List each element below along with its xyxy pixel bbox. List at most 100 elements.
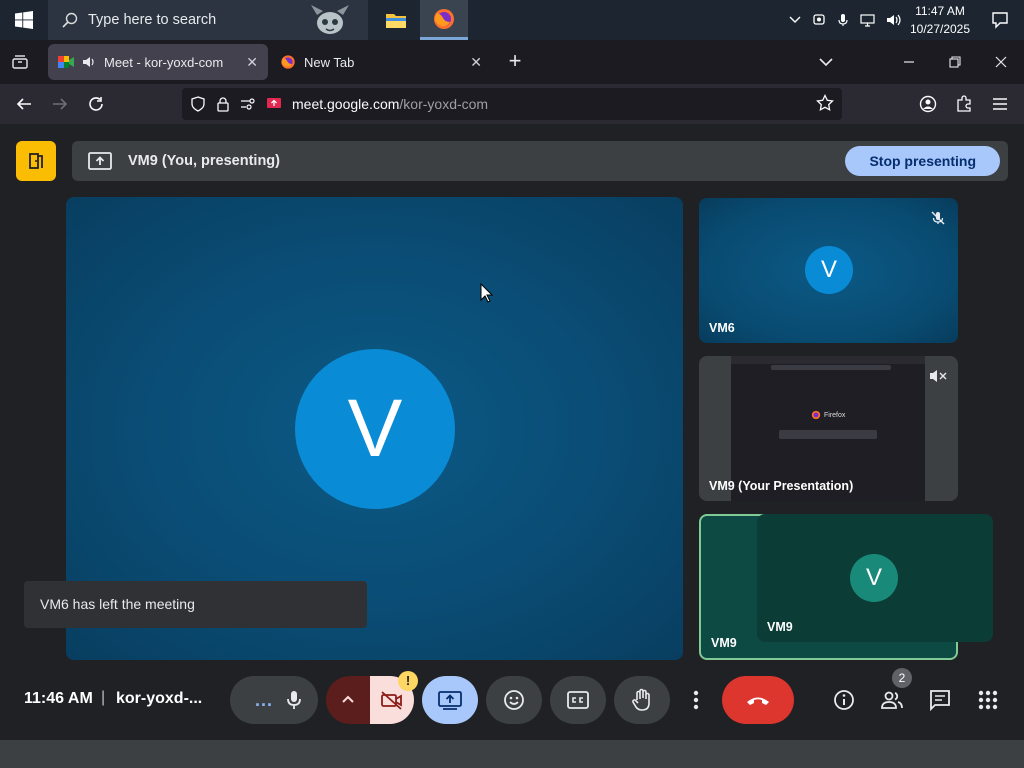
extensions-button[interactable] (952, 92, 976, 116)
taskbar-firefox[interactable] (420, 0, 468, 40)
presentation-tile[interactable]: Firefox VM9 (Your Presentation) (699, 356, 958, 501)
participant-left-toast: VM6 has left the meeting (24, 581, 367, 628)
app-menu-button[interactable] (988, 92, 1012, 116)
main-participant-avatar: V (295, 349, 455, 509)
minimize-icon (904, 61, 914, 63)
volume-icon[interactable] (886, 13, 902, 27)
chat-icon (930, 690, 950, 711)
tab-title: New Tab (304, 54, 355, 70)
apps-grid-icon (978, 690, 998, 710)
raise-hand-button[interactable] (614, 676, 670, 724)
info-separator: | (101, 689, 106, 706)
leave-call-button[interactable] (722, 676, 794, 724)
network-icon[interactable] (860, 13, 876, 27)
close-icon (995, 56, 1007, 68)
camera-warning-badge: ! (398, 671, 418, 691)
muted-audio-icon (926, 364, 950, 388)
tab-title: Meet - kor-yoxd-com (104, 54, 224, 70)
present-screen-icon (438, 691, 462, 710)
send-reaction-button[interactable] (486, 676, 542, 724)
people-icon (881, 691, 903, 709)
microphone-control-group: ... (230, 676, 318, 724)
firefox-view-button[interactable] (8, 50, 32, 74)
thumbnail-firefox-text: Firefox (824, 411, 846, 419)
muted-mic-icon (926, 206, 950, 230)
firefox-icon (434, 8, 454, 29)
audio-playing-icon[interactable] (82, 55, 96, 69)
notification-center-button[interactable] (976, 0, 1024, 40)
extensions-puzzle-icon (957, 95, 971, 112)
taskbar-clock[interactable]: 11:47 AM 10/27/2025 (904, 2, 976, 38)
self-avatar: V (850, 554, 898, 602)
address-bar[interactable]: meet.google.com /kor-yoxd-com (182, 88, 842, 120)
presenting-label: VM9 (You, presenting) (128, 153, 280, 169)
forward-arrow-icon (53, 98, 68, 110)
system-tray (788, 0, 902, 40)
people-count-badge: 2 (892, 668, 912, 688)
tab-close-icon[interactable]: ✕ (470, 54, 482, 71)
google-meet-favicon (58, 56, 74, 68)
forward-button[interactable] (48, 92, 72, 116)
camera-off-icon (381, 691, 402, 710)
audio-settings-button[interactable]: ... (244, 690, 284, 711)
meet-call-area: VM9 (You, presenting) Stop presenting V … (0, 124, 1024, 740)
participant-name: VM6 (709, 321, 735, 335)
meeting-details-button[interactable] (828, 684, 860, 716)
tab-close-icon[interactable]: ✕ (246, 54, 258, 71)
present-now-button[interactable] (422, 676, 478, 724)
microphone-icon[interactable] (836, 13, 850, 27)
account-button[interactable] (916, 92, 940, 116)
chevron-up-icon[interactable] (788, 13, 802, 27)
closed-captions-icon (567, 691, 589, 709)
notification-icon (992, 12, 1008, 29)
more-options-button[interactable] (678, 676, 714, 724)
window-minimize-button[interactable] (886, 40, 932, 84)
clock-time: 11:47 AM (915, 4, 965, 18)
stop-presenting-button[interactable]: Stop presenting (845, 146, 1000, 176)
back-button[interactable] (12, 92, 36, 116)
chevron-up-icon (342, 695, 354, 703)
windows-start-button[interactable] (0, 0, 48, 40)
lock-icon[interactable] (216, 96, 230, 112)
microphone-icon[interactable] (284, 689, 304, 711)
tab-new-tab[interactable]: New Tab ✕ (270, 44, 492, 80)
windows-taskbar: Type here to search 11:47 AM 10/27/2025 (0, 0, 1024, 40)
self-view-overlay[interactable]: V VM9 (757, 514, 993, 642)
chat-button[interactable] (924, 684, 956, 716)
reload-icon (89, 97, 103, 111)
meet-companion-icon[interactable] (16, 141, 56, 181)
url-host: meet.google.com (292, 96, 400, 112)
screen-sharing-indicator-icon[interactable] (266, 97, 282, 111)
tab-meet[interactable]: Meet - kor-yoxd-com ✕ (48, 44, 268, 80)
hang-up-icon (747, 697, 769, 705)
reload-button[interactable] (84, 92, 108, 116)
chevron-down-icon (819, 58, 833, 67)
list-all-tabs-button[interactable] (814, 50, 838, 74)
emoji-icon (504, 690, 524, 710)
browser-tab-bar: Meet - kor-yoxd-com ✕ New Tab ✕ + (0, 40, 1024, 84)
meeting-code[interactable]: kor-yoxd-... (116, 690, 202, 708)
people-button[interactable] (876, 684, 908, 716)
new-tab-button[interactable]: + (503, 50, 527, 74)
window-restore-button[interactable] (932, 40, 978, 84)
tracking-protection-shield-icon[interactable] (190, 96, 206, 112)
hamburger-menu-icon (993, 98, 1007, 110)
taskbar-file-explorer[interactable] (372, 0, 420, 40)
permissions-icon[interactable] (240, 97, 256, 111)
more-vert-icon (693, 690, 699, 710)
taskbar-search-box[interactable]: Type here to search (48, 0, 368, 40)
window-close-button[interactable] (978, 40, 1024, 84)
meeting-clock: 11:46 AM (24, 690, 93, 707)
firefox-icon (811, 410, 821, 420)
windows-logo-icon (15, 11, 33, 29)
folder-icon (386, 14, 406, 28)
door-icon (29, 153, 43, 169)
bookmark-star-icon[interactable] (816, 94, 834, 112)
activities-button[interactable] (972, 684, 1004, 716)
captions-button[interactable] (550, 676, 606, 724)
webcam-icon[interactable] (812, 13, 826, 27)
thumbnail-firefox-logo: Firefox (811, 410, 845, 420)
participant-tile-vm6[interactable]: V VM6 (699, 198, 958, 343)
video-settings-button[interactable] (326, 676, 370, 724)
window-bottom-edge (0, 740, 1024, 768)
